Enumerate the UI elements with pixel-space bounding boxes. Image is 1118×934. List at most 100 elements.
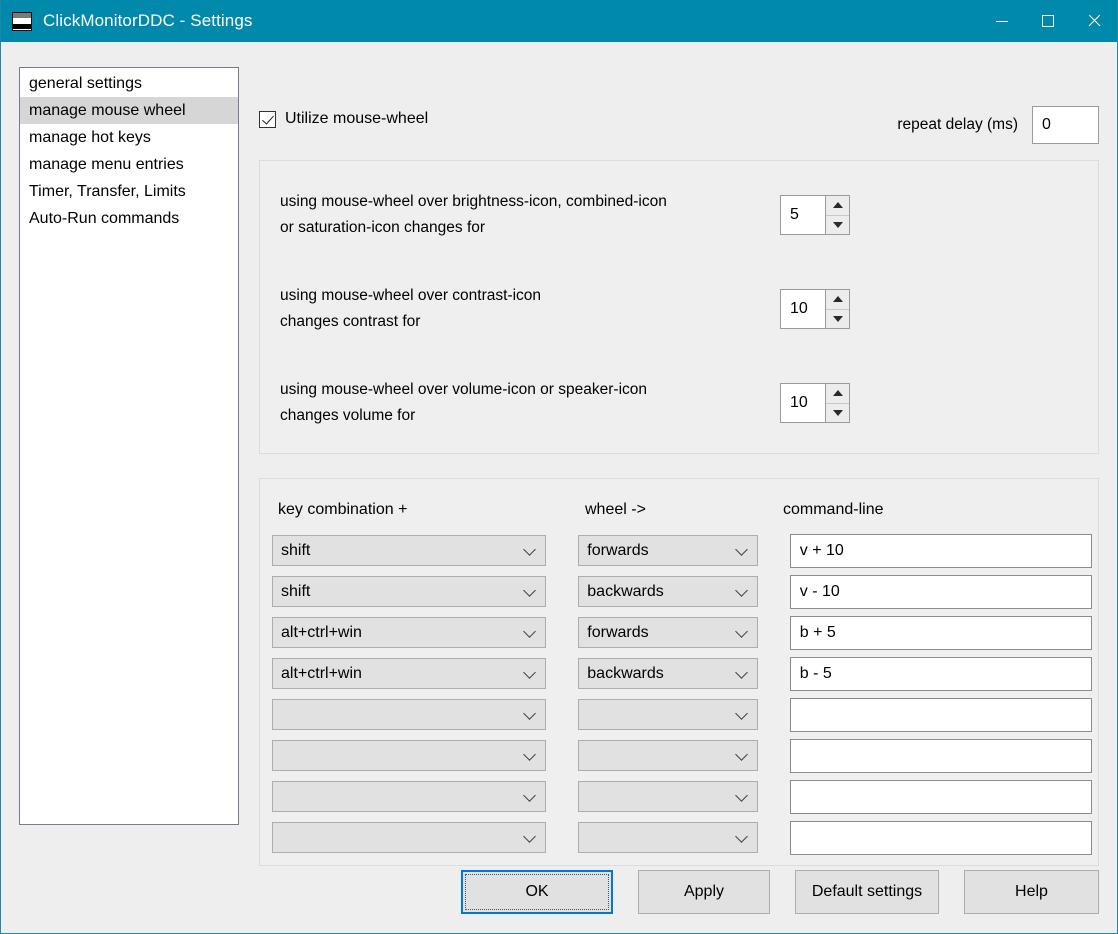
contrast-step-input[interactable] bbox=[781, 290, 825, 328]
sidebar-item-manage-mouse-wheel[interactable]: manage mouse wheel bbox=[20, 97, 238, 124]
wheel-setting-volume-line2: changes volume for bbox=[280, 407, 416, 424]
key-combination-value-2: shift bbox=[281, 582, 311, 600]
chevron-down-icon bbox=[523, 747, 537, 761]
wheel-setting-volume-row: using mouse-wheel over volume-icon or sp… bbox=[280, 377, 850, 429]
brightness-step-down-button[interactable] bbox=[826, 216, 849, 235]
command-line-input-4[interactable] bbox=[789, 656, 1092, 691]
window-controls bbox=[979, 0, 1117, 42]
wheel-direction-value-1: forwards bbox=[587, 541, 649, 559]
volume-step-up-button[interactable] bbox=[826, 384, 849, 404]
utilize-mouse-wheel-checkbox[interactable] bbox=[259, 110, 276, 128]
wheel-direction-select-2[interactable]: backwards bbox=[578, 576, 758, 607]
wheel-direction-select-1[interactable]: forwards bbox=[578, 535, 758, 566]
ok-button[interactable]: OK bbox=[461, 870, 613, 914]
settings-category-list[interactable]: general settings manage mouse wheel mana… bbox=[19, 67, 239, 825]
volume-step-input[interactable] bbox=[781, 384, 825, 422]
chevron-down-icon bbox=[734, 624, 748, 638]
settings-window: ClickMonitorDDC - Settings general setti… bbox=[0, 0, 1118, 934]
repeat-delay-row: repeat delay (ms) bbox=[897, 106, 1099, 144]
utilize-mouse-wheel-row[interactable]: Utilize mouse-wheel bbox=[259, 110, 428, 128]
repeat-delay-label: repeat delay (ms) bbox=[897, 116, 1018, 133]
chevron-down-icon bbox=[734, 665, 748, 679]
default-settings-button[interactable]: Default settings bbox=[795, 870, 939, 914]
sidebar-item-auto-run-commands[interactable]: Auto-Run commands bbox=[20, 205, 238, 232]
wheel-setting-volume-line1: using mouse-wheel over volume-icon or sp… bbox=[280, 381, 648, 398]
brightness-step-up-button[interactable] bbox=[826, 196, 849, 216]
help-button[interactable]: Help bbox=[964, 870, 1099, 914]
key-combination-select-2[interactable]: shift bbox=[272, 576, 547, 607]
contrast-step-up-button[interactable] bbox=[826, 290, 849, 310]
repeat-delay-input[interactable] bbox=[1032, 106, 1099, 144]
key-combination-select-3[interactable]: alt+ctrl+win bbox=[272, 617, 547, 648]
contrast-step-spin-buttons bbox=[825, 290, 849, 328]
chevron-down-icon bbox=[523, 542, 537, 556]
command-line-input-3[interactable] bbox=[789, 615, 1092, 650]
utilize-mouse-wheel-label: Utilize mouse-wheel bbox=[285, 110, 429, 127]
column-header-key-combination: key combination + bbox=[278, 501, 408, 518]
volume-step-down-button[interactable] bbox=[826, 404, 849, 423]
command-line-input-2[interactable] bbox=[789, 574, 1092, 609]
minimize-icon bbox=[996, 20, 1008, 22]
sidebar-item-manage-menu-entries[interactable]: manage menu entries bbox=[20, 151, 238, 178]
chevron-down-icon bbox=[734, 706, 748, 720]
brightness-step-input[interactable] bbox=[781, 196, 825, 234]
command-line-input-8[interactable] bbox=[789, 820, 1092, 855]
contrast-step-down-button[interactable] bbox=[826, 310, 849, 329]
minimize-button[interactable] bbox=[979, 0, 1025, 42]
key-combination-select-4[interactable]: alt+ctrl+win bbox=[272, 658, 547, 689]
wheel-direction-select-6[interactable] bbox=[578, 740, 758, 771]
wheel-setting-contrast-line2: changes contrast for bbox=[280, 313, 421, 330]
chevron-down-icon bbox=[734, 583, 748, 597]
wheel-setting-contrast-line1: using mouse-wheel over contrast-icon bbox=[280, 287, 542, 304]
combo-row bbox=[272, 697, 1092, 732]
maximize-button[interactable] bbox=[1025, 0, 1071, 42]
brightness-step-spinner[interactable] bbox=[780, 195, 850, 235]
title-bar: ClickMonitorDDC - Settings bbox=[1, 0, 1117, 42]
combo-row bbox=[272, 820, 1092, 855]
sidebar-item-timer-transfer-limits[interactable]: Timer, Transfer, Limits bbox=[20, 178, 238, 205]
combo-row: alt+ctrl+win backwards bbox=[272, 656, 1092, 691]
combo-row: shift forwards bbox=[272, 533, 1092, 568]
wheel-direction-value-2: backwards bbox=[587, 582, 664, 600]
wheel-direction-select-3[interactable]: forwards bbox=[578, 617, 758, 648]
key-combination-select-8[interactable] bbox=[272, 822, 547, 853]
key-combination-select-6[interactable] bbox=[272, 740, 547, 771]
wheel-direction-select-5[interactable] bbox=[578, 699, 758, 730]
command-line-input-1[interactable] bbox=[789, 533, 1092, 568]
key-combination-value-3: alt+ctrl+win bbox=[281, 623, 362, 641]
combo-row-list: shift forwards shift backward bbox=[272, 533, 1092, 862]
wheel-setting-brightness-line2: or saturation-icon changes for bbox=[280, 219, 486, 236]
column-header-wheel: wheel -> bbox=[585, 501, 646, 518]
key-combination-select-7[interactable] bbox=[272, 781, 547, 812]
volume-step-spinner[interactable] bbox=[780, 383, 850, 423]
command-line-input-5[interactable] bbox=[789, 697, 1092, 732]
apply-button[interactable]: Apply bbox=[638, 870, 770, 914]
wheel-setting-contrast-row: using mouse-wheel over contrast-icon cha… bbox=[280, 283, 850, 335]
contrast-step-spinner[interactable] bbox=[780, 289, 850, 329]
sidebar-item-manage-hot-keys[interactable]: manage hot keys bbox=[20, 124, 238, 151]
wheel-setting-brightness-label: using mouse-wheel over brightness-icon, … bbox=[280, 189, 780, 241]
chevron-down-icon bbox=[734, 747, 748, 761]
chevron-down-icon bbox=[523, 706, 537, 720]
wheel-direction-select-4[interactable]: backwards bbox=[578, 658, 758, 689]
dialog-button-bar: OK Apply Default settings Help bbox=[1, 869, 1117, 915]
wheel-direction-select-7[interactable] bbox=[578, 781, 758, 812]
wheel-direction-select-8[interactable] bbox=[578, 822, 758, 853]
app-icon bbox=[12, 11, 32, 31]
column-header-command-line: command-line bbox=[783, 501, 884, 518]
arrow-down-icon bbox=[832, 221, 843, 228]
combo-row: shift backwards bbox=[272, 574, 1092, 609]
maximize-icon bbox=[1042, 15, 1054, 27]
chevron-down-icon bbox=[523, 788, 537, 802]
combo-row bbox=[272, 738, 1092, 773]
key-combination-select-1[interactable]: shift bbox=[272, 535, 547, 566]
chevron-down-icon bbox=[734, 542, 748, 556]
key-combination-select-5[interactable] bbox=[272, 699, 547, 730]
volume-step-spin-buttons bbox=[825, 384, 849, 422]
sidebar-item-general-settings[interactable]: general settings bbox=[20, 70, 238, 97]
chevron-down-icon bbox=[734, 829, 748, 843]
command-line-input-7[interactable] bbox=[789, 779, 1092, 814]
command-line-input-6[interactable] bbox=[789, 738, 1092, 773]
key-combination-value-4: alt+ctrl+win bbox=[281, 664, 362, 682]
close-button[interactable] bbox=[1071, 0, 1117, 42]
